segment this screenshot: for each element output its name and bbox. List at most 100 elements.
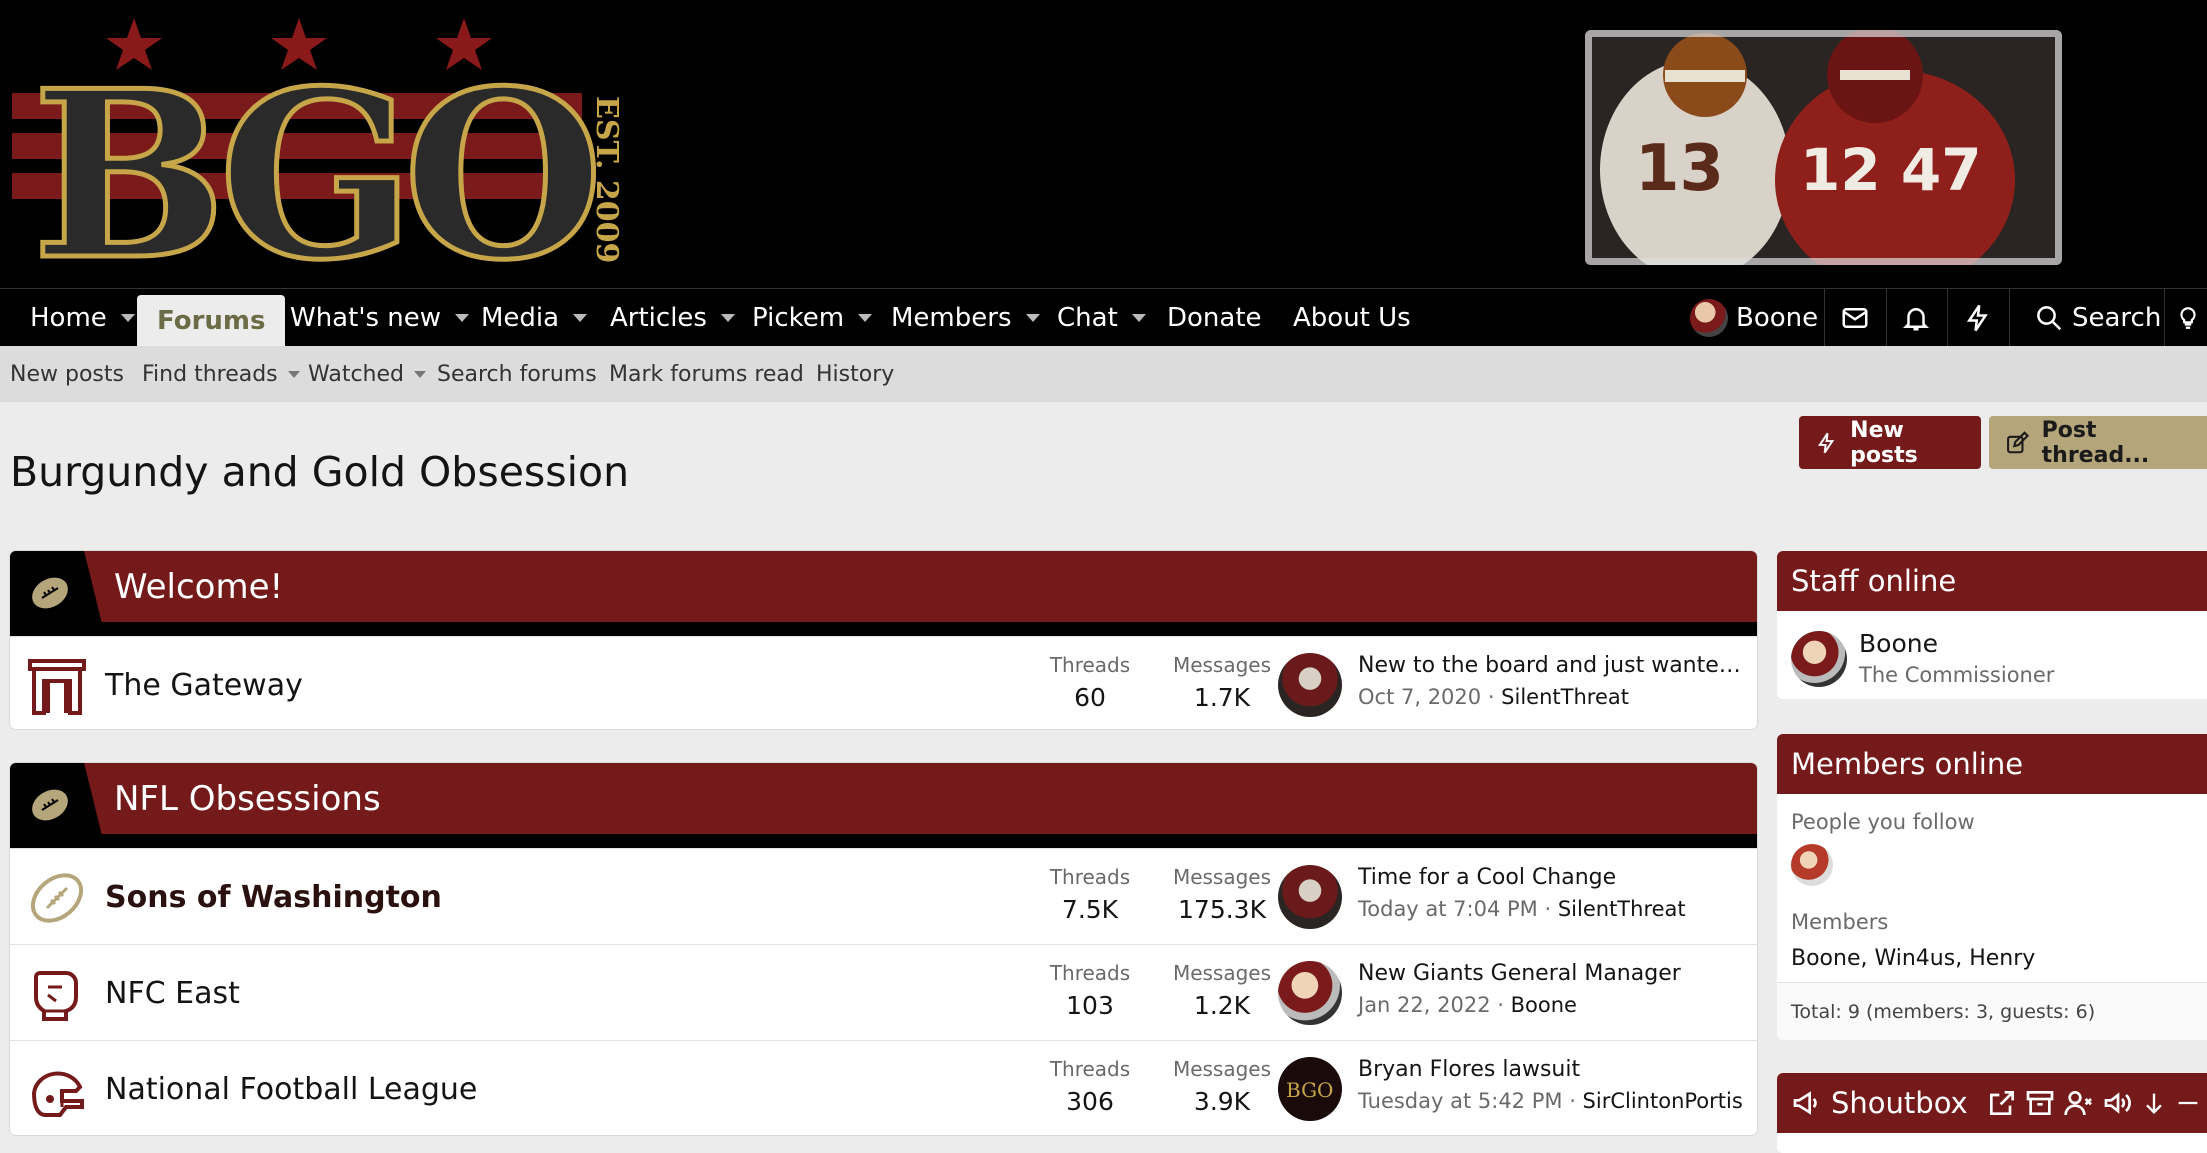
shoutbox-title: Shoutbox	[1831, 1086, 1968, 1120]
bell-icon	[1902, 308, 1930, 331]
nav-whats-new[interactable]: What's new	[290, 289, 470, 347]
user-name: Boone	[1736, 303, 1819, 333]
subnav-search-forums[interactable]: Search forums	[437, 346, 597, 402]
subnav-find-threads[interactable]: Find threads	[142, 346, 300, 402]
new-posts-button[interactable]: New posts	[1799, 416, 1981, 469]
latest-post-user[interactable]: SilentThreat	[1501, 685, 1629, 709]
minimize-icon[interactable]	[2174, 1087, 2202, 1119]
football-helmet-icon	[31, 1071, 84, 1117]
user-menu[interactable]: Boone	[1690, 289, 1818, 347]
forum-title-sons-of-washington[interactable]: Sons of Washington	[105, 849, 442, 945]
svg-text:BGO: BGO	[1286, 1078, 1333, 1102]
forum-title-the-gateway[interactable]: The Gateway	[105, 637, 303, 729]
latest-post-title[interactable]: New to the board and just wanted t...	[1358, 653, 1748, 678]
subnav-watched-label: Watched	[308, 361, 404, 387]
nav-about-us[interactable]: About Us	[1293, 289, 1411, 347]
nav-chat-label: Chat	[1057, 303, 1118, 333]
staff-name[interactable]: Boone	[1859, 629, 1938, 658]
followed-user-avatar[interactable]	[1791, 844, 1833, 886]
nav-chat[interactable]: Chat	[1057, 289, 1146, 347]
chevron-down-icon[interactable]	[287, 370, 300, 378]
alerts-button[interactable]	[1901, 289, 1931, 347]
latest-post-avatar[interactable]	[1278, 653, 1342, 717]
latest-post-date[interactable]: Tuesday at 5:42 PM	[1358, 1089, 1563, 1113]
latest-post-avatar[interactable]	[1278, 865, 1342, 929]
nav-chat-chevron-down-icon[interactable]	[1131, 314, 1146, 322]
nav-media[interactable]: Media	[481, 289, 588, 347]
sub-nav: New posts Find threads Watched Search fo…	[0, 346, 2207, 402]
online-total: Total: 9 (members: 3, guests: 6)	[1777, 982, 2207, 1040]
archive-icon[interactable]	[2024, 1087, 2056, 1119]
site-logo[interactable]: BGO EST. 2009	[12, 8, 632, 314]
nav-home[interactable]: Home	[30, 289, 135, 347]
forum-node: The Gateway Threads 60 Messages 1.7K New…	[10, 636, 1757, 729]
arrow-down-icon[interactable]	[2140, 1087, 2168, 1119]
threads-count: 103	[1066, 991, 1114, 1020]
category-block-welcome: Welcome! The Gateway Threads 60 Messages…	[10, 551, 1757, 729]
latest-post-date[interactable]: Oct 7, 2020	[1358, 685, 1481, 709]
sound-icon[interactable]	[2102, 1087, 2134, 1119]
latest-post-avatar[interactable]: BGO	[1278, 1057, 1342, 1121]
chevron-down-icon[interactable]	[414, 370, 426, 378]
whats-new-button[interactable]	[1963, 289, 1993, 347]
members-list[interactable]: Boone, Win4us, Henry	[1791, 946, 2035, 971]
nav-donate[interactable]: Donate	[1167, 289, 1262, 347]
nav-members[interactable]: Members	[891, 289, 1040, 347]
latest-post-date[interactable]: Today at 7:04 PM	[1358, 897, 1538, 921]
nav-articles-chevron-down-icon[interactable]	[720, 314, 735, 322]
nav-pickem-chevron-down-icon[interactable]	[858, 314, 873, 322]
staff-online-title: Staff online	[1777, 551, 2207, 611]
staff-role: The Commissioner	[1859, 663, 2055, 687]
forum-title-nfc-east[interactable]: NFC East	[105, 945, 240, 1041]
forum-title-national-football-league[interactable]: National Football League	[105, 1041, 477, 1135]
search-button[interactable]: Search	[2034, 289, 2161, 347]
subnav-search-forums-label: Search forums	[437, 361, 597, 387]
subnav-mark-forums-read[interactable]: Mark forums read	[609, 346, 804, 402]
boxing-glove-icon	[34, 971, 78, 1021]
messages-label: Messages	[1172, 961, 1272, 985]
popout-icon[interactable]	[1986, 1087, 2018, 1119]
new-posts-label: New posts	[1850, 417, 1918, 468]
latest-post-user[interactable]: Boone	[1511, 993, 1577, 1017]
nav-divider	[2164, 289, 2165, 347]
category-title[interactable]: Welcome!	[114, 551, 283, 622]
latest-post-user[interactable]: SilentThreat	[1558, 897, 1686, 921]
svg-text:13: 13	[1635, 132, 1724, 206]
latest-post-date[interactable]: Jan 22, 2022	[1358, 993, 1491, 1017]
nav-forums[interactable]: Forums	[137, 295, 286, 347]
subnav-find-threads-label: Find threads	[142, 361, 278, 387]
inbox-button[interactable]	[1840, 289, 1870, 347]
nav-home-chevron-down-icon[interactable]	[120, 314, 135, 322]
search-label: Search	[2072, 303, 2162, 333]
threads-label: Threads	[1049, 1057, 1131, 1081]
nav-pickem-label: Pickem	[752, 303, 845, 333]
staff-avatar[interactable]	[1791, 631, 1847, 687]
latest-post-title[interactable]: New Giants General Manager	[1358, 961, 1681, 986]
messages-count: 1.2K	[1193, 991, 1251, 1020]
nav-members-chevron-down-icon[interactable]	[1025, 314, 1040, 322]
post-thread-label: Post thread...	[2041, 417, 2150, 468]
nav-articles[interactable]: Articles	[610, 289, 735, 347]
nav-about-us-label: About Us	[1293, 303, 1411, 333]
style-toggle-button[interactable]	[2175, 289, 2201, 347]
nav-pickem[interactable]: Pickem	[752, 289, 873, 347]
threads-stat: Threads 60	[1030, 653, 1150, 712]
category-title[interactable]: NFL Obsessions	[114, 763, 381, 834]
latest-post-title[interactable]: Time for a Cool Change	[1358, 865, 1616, 890]
subnav-new-posts-label: New posts	[10, 361, 124, 387]
latest-post-user[interactable]: SirClintonPortis	[1583, 1089, 1743, 1113]
subnav-history[interactable]: History	[816, 346, 894, 402]
threads-count: 306	[1066, 1087, 1114, 1116]
nav-whats-new-chevron-down-icon[interactable]	[455, 314, 470, 322]
post-thread-button[interactable]: Post thread...	[1989, 416, 2207, 469]
user-remove-icon[interactable]	[2062, 1087, 2096, 1119]
subnav-watched[interactable]: Watched	[308, 346, 426, 402]
messages-stat: Messages 3.9K	[1157, 1057, 1287, 1116]
latest-post-avatar[interactable]	[1278, 961, 1342, 1025]
nav-media-chevron-down-icon[interactable]	[573, 314, 588, 322]
lightning-bolt-icon	[1966, 304, 1988, 332]
latest-post-title[interactable]: Bryan Flores lawsuit	[1358, 1057, 1580, 1082]
megaphone-icon	[1793, 1091, 1817, 1115]
subnav-new-posts[interactable]: New posts	[10, 346, 124, 402]
nav-home-label: Home	[30, 303, 107, 333]
